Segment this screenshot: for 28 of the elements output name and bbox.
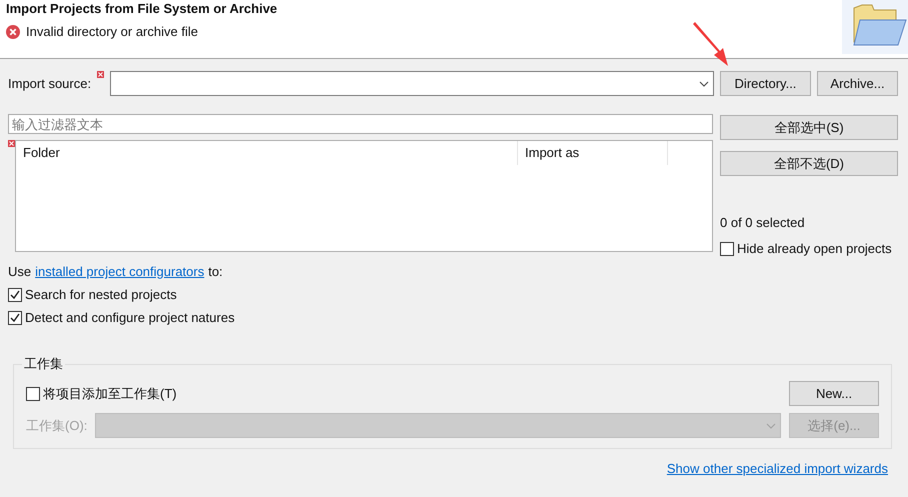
checkbox[interactable] [720, 242, 734, 256]
import-source-combo[interactable] [110, 71, 714, 96]
configurators-text: Use [8, 264, 32, 279]
browse-button[interactable]: Archive... [817, 71, 898, 96]
selection-button[interactable]: 全部选中(S) [720, 115, 898, 140]
configurators-link[interactable]: installed project configurators [35, 264, 204, 279]
configurators-text: to: [208, 264, 223, 279]
browse-button[interactable]: Directory... [720, 71, 811, 96]
selection-count: 0 of 0 selected [720, 215, 806, 230]
checkbox-label: 将项目添加至工作集(T) [43, 384, 177, 402]
caret-icon [699, 80, 709, 86]
checkbox-label: Search for nested projects [25, 287, 177, 302]
import-wizards-link[interactable]: Show other specialized import wizards [666, 461, 888, 476]
group-title: 工作集 [23, 355, 64, 373]
selection-button[interactable]: 全部不选(D) [720, 151, 898, 176]
filter-field[interactable]: 输入过滤器文本 [8, 114, 713, 134]
import-source-label: Import source: [8, 76, 92, 91]
wizard-title: Import Projects from File System or Archive [6, 1, 278, 16]
checkbox[interactable] [8, 310, 22, 324]
checkbox-label: Hide already open projects [737, 241, 892, 256]
checkbox-label: Detect and configure project natures [25, 310, 235, 325]
working-set-label: 工作集(O): [26, 416, 88, 434]
column-header[interactable]: Import as [518, 141, 668, 165]
checkbox[interactable] [8, 288, 22, 302]
error-message: Invalid directory or archive file [26, 24, 198, 39]
caret-icon [766, 422, 776, 428]
column-header[interactable]: Folder [16, 141, 518, 165]
folder-icon [842, 0, 908, 54]
